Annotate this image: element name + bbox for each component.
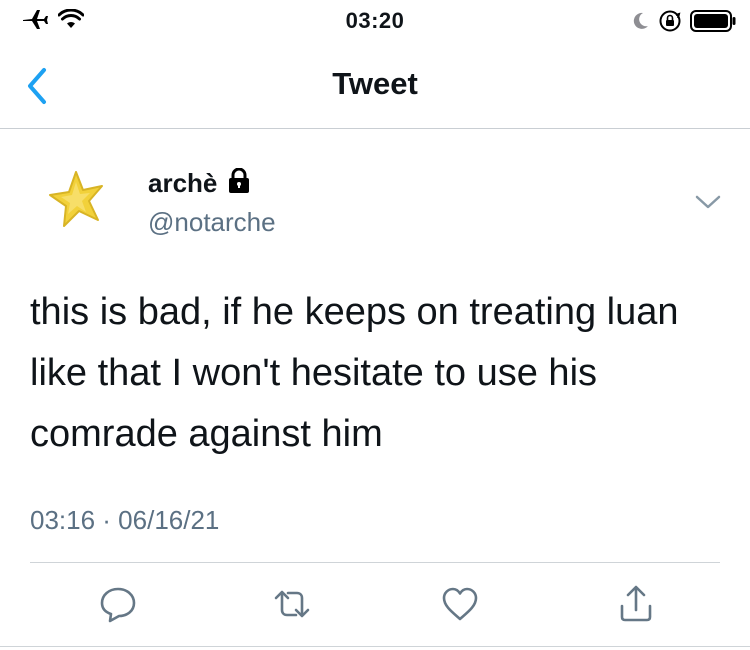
share-button[interactable] <box>612 580 660 628</box>
like-button[interactable] <box>436 580 484 628</box>
tweet-timestamp: 03:16 · 06/16/21 <box>30 505 220 535</box>
action-bar <box>0 580 750 630</box>
author-name-row[interactable]: archè <box>148 167 251 199</box>
nav-bar: Tweet <box>0 50 750 129</box>
lock-icon <box>227 167 251 199</box>
battery-icon <box>690 10 736 37</box>
moon-icon <box>630 11 650 36</box>
avatar[interactable] <box>46 168 110 232</box>
status-bar: 03:20 <box>0 0 750 44</box>
reply-button[interactable] <box>94 580 142 628</box>
tweet-text: this is bad, if he keeps on treating lua… <box>30 291 679 455</box>
author-name[interactable]: archè <box>148 168 217 199</box>
more-options-button[interactable] <box>694 192 722 212</box>
like-icon <box>442 587 478 621</box>
share-icon <box>620 585 652 622</box>
divider <box>30 562 720 563</box>
star-avatar <box>49 171 103 227</box>
retweet-button[interactable] <box>268 580 316 628</box>
page-title: Tweet <box>332 66 418 101</box>
retweet-icon <box>274 590 310 618</box>
status-right <box>630 9 736 38</box>
chevron-down-icon <box>695 195 721 209</box>
reply-icon <box>100 587 136 623</box>
rotation-lock-icon <box>658 9 682 38</box>
bottom-divider <box>0 646 750 647</box>
author-handle[interactable]: @notarche <box>148 207 276 238</box>
